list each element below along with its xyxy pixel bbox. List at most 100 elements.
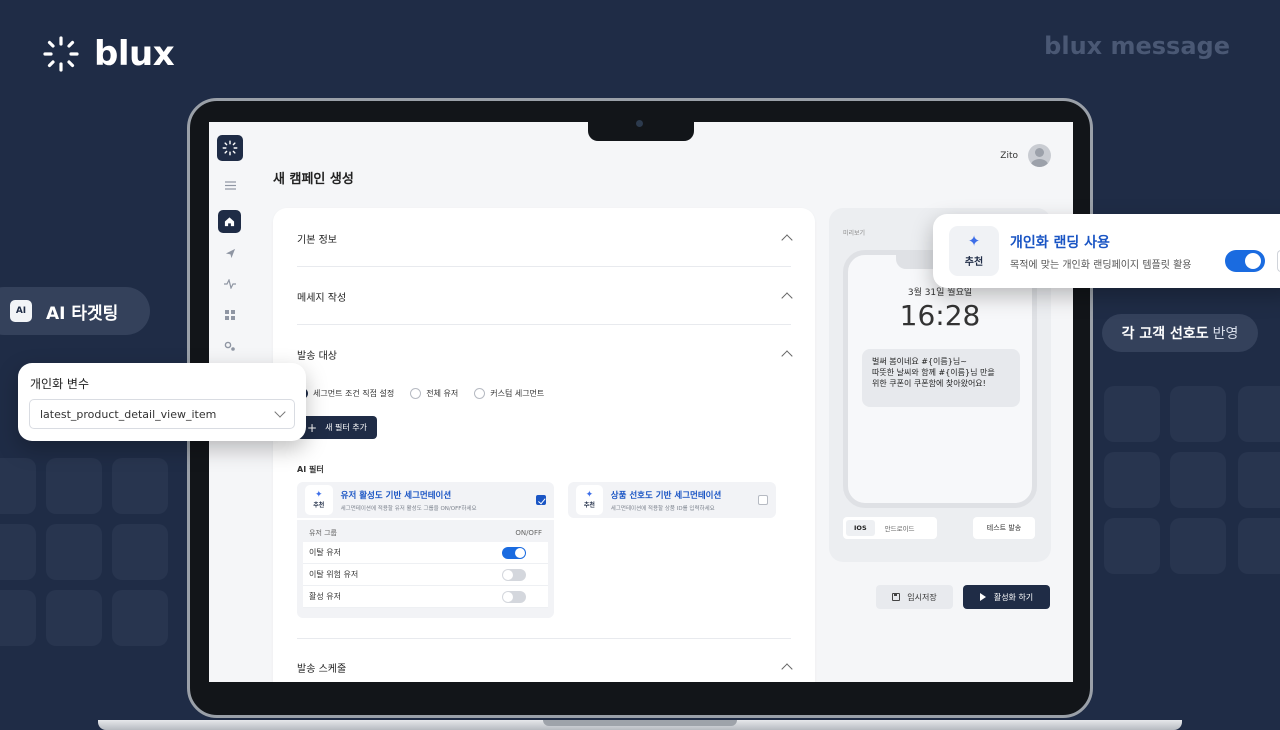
- campaign-form: 기본 정보 메세지 작성 발송 대상 세그먼트 조건 직접 설정 전체 유저 커…: [273, 208, 815, 682]
- avatar: [1028, 144, 1051, 167]
- segment-checkbox[interactable]: [758, 495, 768, 505]
- bg-tile: [46, 458, 102, 514]
- page-title: 새 캠페인 생성: [273, 172, 354, 187]
- save-draft-button[interactable]: 임시저장: [876, 585, 953, 609]
- section-title: 발송 스케줄: [297, 663, 347, 675]
- divider: [297, 638, 791, 639]
- magic-wand-icon: ✦: [315, 490, 323, 500]
- notification-text: 따뜻한 날씨와 함께 #{이름}님 만을: [872, 368, 995, 378]
- select-value: latest_product_detail_view_item: [40, 407, 217, 421]
- bg-tile: [0, 590, 36, 646]
- personal-variable-title: 개인화 변수: [30, 377, 90, 391]
- section-basic-info[interactable]: 기본 정보: [297, 223, 793, 253]
- magic-wand-icon: ✦: [967, 232, 981, 250]
- segment-title: 상품 선호도 기반 세그먼테이션: [610, 490, 722, 501]
- radio-label: 커스텀 세그먼트: [490, 389, 545, 398]
- save-icon: [892, 593, 901, 601]
- badge-label: 추천: [313, 502, 325, 509]
- add-filter-button[interactable]: + 새 필터 추가: [297, 416, 377, 439]
- activity-icon[interactable]: [220, 274, 240, 294]
- settings-icon[interactable]: [220, 336, 240, 356]
- radio-dot: [410, 388, 422, 399]
- toggle-switch[interactable]: [502, 568, 526, 581]
- section-target[interactable]: 발송 대상: [297, 339, 793, 369]
- landing-description: 목적에 맞는 개인화 랜딩페이지 템플릿 활용: [1010, 260, 1192, 271]
- chevron-up-icon: [781, 292, 793, 304]
- recommend-badge: ✦ 추천: [949, 226, 999, 276]
- preference-label-bold: 각 고객 선호도: [1121, 326, 1209, 342]
- notification-text: 위한 쿠폰이 쿠폰함에 찾아왔어요!: [872, 379, 986, 389]
- badge-label: 추천: [964, 257, 984, 268]
- menu-icon[interactable]: [220, 175, 240, 195]
- segment-checkbox[interactable]: [536, 495, 546, 505]
- row-label: 이탈 유저: [309, 548, 341, 557]
- divider: [297, 266, 791, 267]
- section-message[interactable]: 메세지 작성: [297, 281, 793, 311]
- bg-tile: [0, 458, 36, 514]
- bg-tile: [46, 524, 102, 580]
- os-switch: IOS 안드로이드: [843, 517, 937, 539]
- radio-label: 세그먼트 조건 직접 설정: [313, 389, 395, 398]
- radio-segment-direct[interactable]: 세그먼트 조건 직접 설정: [297, 388, 394, 399]
- push-notification: 벌써 봄이네요 #{이름}님~ 따뜻한 날씨와 함께 #{이름}님 만을 위한 …: [862, 349, 1020, 407]
- activate-label: 활성화 하기: [993, 592, 1034, 602]
- segment-desc: 세그먼테이션에 적용할 상품 ID를 입력하세요: [610, 505, 715, 512]
- column-header: ON/OFF: [515, 529, 542, 537]
- chevron-up-icon: [781, 663, 793, 675]
- landing-title: 개인화 랜딩 사용: [1010, 235, 1110, 251]
- test-send-button[interactable]: 테스트 발송: [973, 517, 1035, 539]
- section-title: 발송 대상: [297, 350, 337, 362]
- ai-chip-icon: AI: [10, 300, 32, 322]
- segment-card-product[interactable]: ✦ 추천 상품 선호도 기반 세그먼테이션 세그먼테이션에 적용할 상품 ID를…: [568, 482, 776, 518]
- bg-tile: [1104, 452, 1160, 508]
- toggle-switch[interactable]: [502, 590, 526, 603]
- user-menu[interactable]: Zito: [1000, 144, 1051, 167]
- recommend-badge: ✦ 추천: [576, 485, 603, 515]
- send-icon[interactable]: [220, 243, 240, 263]
- radio-all-users[interactable]: 전체 유저: [410, 388, 458, 399]
- personal-variable-select[interactable]: latest_product_detail_view_item: [29, 399, 295, 429]
- section-schedule[interactable]: 발송 스케줄: [297, 652, 793, 682]
- app-logo[interactable]: [217, 135, 243, 161]
- tab-android[interactable]: 안드로이드: [877, 519, 923, 537]
- activate-button[interactable]: 활성화 하기: [963, 585, 1050, 609]
- preference-label-light: 반영: [1212, 326, 1239, 342]
- app-screen: 새 캠페인 생성 Zito 기본 정보 메세지 작성 발송 대상 세그먼트 조건…: [209, 122, 1073, 682]
- bg-tile: [1238, 386, 1280, 442]
- ai-targeting-label: AI 타겟팅: [46, 303, 119, 324]
- table-header: 유저 그룹 ON/OFF: [303, 524, 548, 542]
- bg-tile: [1170, 386, 1226, 442]
- play-icon: [979, 593, 986, 601]
- tab-ios[interactable]: IOS: [846, 520, 875, 536]
- recommend-badge: ✦ 추천: [305, 485, 333, 515]
- badge-label: 추천: [583, 502, 595, 509]
- preview-label: 미리보기: [843, 230, 866, 237]
- chevron-up-icon: [781, 350, 793, 362]
- toggle-switch[interactable]: [502, 546, 526, 559]
- landing-toggle[interactable]: [1225, 250, 1265, 272]
- user-name: Zito: [1000, 150, 1018, 161]
- home-icon[interactable]: [218, 210, 241, 233]
- bg-tile: [46, 590, 102, 646]
- segment-title: 유저 활성도 기반 세그먼테이션: [340, 490, 452, 501]
- bg-tile: [1170, 518, 1226, 574]
- row-label: 이탈 위험 유저: [309, 570, 359, 579]
- bg-tile: [112, 458, 168, 514]
- grid-icon[interactable]: [220, 305, 240, 325]
- segment-card-activity[interactable]: ✦ 추천 유저 활성도 기반 세그먼테이션 세그먼테이션에 적용할 유저 활성도…: [297, 482, 554, 518]
- magic-wand-icon: ✦: [585, 490, 594, 500]
- bg-tile: [0, 524, 36, 580]
- ai-targeting-badge: AI AI 타겟팅: [0, 287, 150, 335]
- bg-tile: [1238, 452, 1280, 508]
- product-name: blux message: [1044, 32, 1230, 60]
- user-group-table: 유저 그룹 ON/OFF 이탈 유저 이탈 위험 유저 활성 유저: [297, 520, 554, 618]
- chevron-up-icon: [781, 234, 793, 246]
- segment-text: 유저 활성도 기반 세그먼테이션 세그먼테이션에 적용할 유저 활성도 그룹을 …: [341, 489, 528, 512]
- radio-dot: [474, 388, 486, 399]
- bg-tile: [1170, 452, 1226, 508]
- bg-tile: [1238, 518, 1280, 574]
- save-label: 임시저장: [907, 592, 937, 602]
- lock-time: 16:28: [899, 299, 981, 332]
- divider: [297, 324, 791, 325]
- radio-custom-segment[interactable]: 커스텀 세그먼트: [474, 388, 544, 399]
